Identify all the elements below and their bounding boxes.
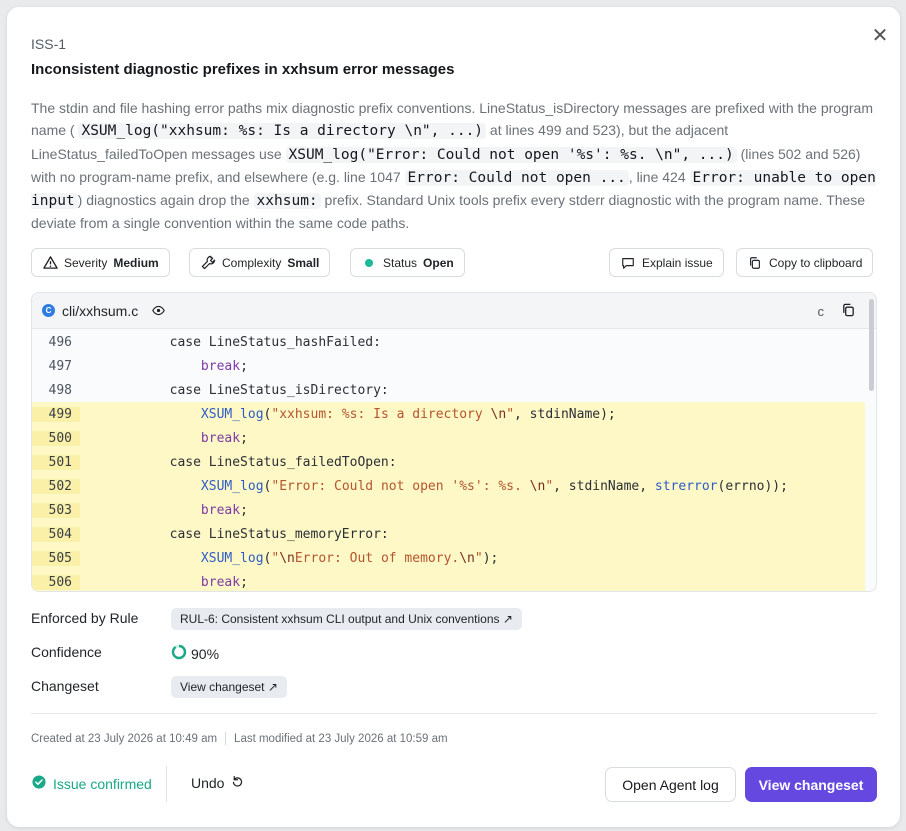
desc-text: , line 424: [628, 168, 690, 185]
undo-label: Undo: [191, 775, 225, 791]
close-icon[interactable]: ✕: [869, 25, 891, 47]
undo-button[interactable]: Undo: [191, 775, 244, 791]
status-value: Open: [423, 255, 454, 270]
wrench-icon: [200, 255, 216, 271]
code-line-highlighted: 503 break;: [32, 498, 865, 522]
complexity-value: Small: [287, 255, 320, 270]
code-line-highlighted: 499 XSUM_log("xxhsum: %s: Is a directory…: [32, 402, 865, 426]
confidence-ring-icon: [171, 644, 187, 663]
changeset-link[interactable]: View changeset ↗: [171, 676, 287, 698]
issue-title: Inconsistent diagnostic prefixes in xxhs…: [31, 61, 455, 78]
code-line-highlighted: 506 break;: [32, 570, 865, 591]
desc-code: xxhsum:: [253, 193, 321, 210]
changeset-label: Changeset: [31, 678, 99, 694]
undo-icon: [231, 775, 244, 791]
created-timestamp: Created at 23 July 2026 at 10:49 am: [31, 732, 218, 745]
copy-icon: [747, 255, 763, 271]
severity-chip: Severity Medium: [31, 248, 170, 277]
code-line: 496 case LineStatus_hashFailed:: [32, 330, 865, 354]
desc-code: Error: Could not open ...: [404, 169, 629, 186]
timestamps: Created at 23 July 2026 at 10:49 am Last…: [31, 732, 448, 745]
c-file-icon: C: [42, 304, 55, 317]
severity-value: Medium: [113, 255, 159, 270]
desc-code: XSUM_log("xxhsum: %s: Is a directory \n"…: [78, 123, 487, 140]
confidence-value: 90%: [191, 645, 220, 662]
code-line-highlighted: 504 case LineStatus_memoryError:: [32, 522, 865, 546]
modified-timestamp: Last modified at 23 July 2026 at 10:59 a…: [234, 732, 448, 745]
code-line-highlighted: 505 XSUM_log("\nError: Out of memory.\n"…: [32, 546, 865, 570]
explain-issue-label: Explain issue: [642, 255, 713, 270]
copy-to-clipboard-button[interactable]: Copy to clipboard: [736, 248, 874, 277]
status-chip: Status Open: [350, 248, 465, 277]
view-changeset-button[interactable]: View changeset: [745, 767, 877, 802]
status-label: Status: [383, 255, 418, 270]
code-filename[interactable]: cli/xxhsum.c: [62, 303, 138, 319]
chat-bubble-icon: [620, 255, 636, 271]
code-lines: 496 case LineStatus_hashFailed: 497 brea…: [32, 330, 865, 591]
warning-icon: [42, 255, 58, 271]
code-viewer: C cli/xxhsum.c c 496 case LineStatus_has…: [31, 292, 877, 592]
status-dot-icon: [361, 255, 377, 271]
open-agent-log-button[interactable]: Open Agent log: [605, 767, 736, 802]
desc-code: XSUM_log("Error: Could not open '%s': %s…: [285, 146, 737, 163]
issue-confirmed-label: Issue confirmed: [53, 775, 152, 792]
desc-text: ) diagnostics again drop the: [77, 192, 254, 209]
explain-issue-button[interactable]: Explain issue: [609, 248, 724, 277]
code-line: 497 break;: [32, 354, 865, 378]
complexity-label: Complexity: [222, 255, 282, 270]
issue-description: The stdin and file hashing error paths m…: [31, 97, 881, 235]
issue-modal: ✕ ISS-1 Inconsistent diagnostic prefixes…: [7, 7, 900, 827]
copy-code-icon[interactable]: [841, 302, 856, 321]
code-line-highlighted: 500 break;: [32, 426, 865, 450]
severity-label: Severity: [64, 255, 108, 270]
footer-divider: [166, 766, 167, 802]
code-line-highlighted: 501 case LineStatus_failedToOpen:: [32, 450, 865, 474]
code-scrollbar[interactable]: [869, 299, 874, 391]
eye-icon[interactable]: [152, 304, 166, 317]
issue-id: ISS-1: [31, 36, 67, 52]
check-circle-icon: [32, 775, 46, 792]
rule-label: Enforced by Rule: [31, 610, 139, 626]
copy-to-clipboard-label: Copy to clipboard: [769, 255, 863, 270]
rule-link[interactable]: RUL-6: Consistent xxhsum CLI output and …: [171, 608, 522, 630]
code-line-highlighted: 502 XSUM_log("Error: Could not open '%s'…: [32, 474, 865, 498]
issue-confirmed-status: Issue confirmed: [32, 775, 152, 792]
complexity-chip: Complexity Small: [189, 248, 331, 277]
code-language: c: [817, 304, 825, 319]
code-header: C cli/xxhsum.c c: [32, 293, 876, 329]
divider: [31, 713, 877, 714]
confidence-label: Confidence: [31, 644, 102, 660]
code-line: 498 case LineStatus_isDirectory:: [32, 378, 865, 402]
confidence: 90%: [171, 644, 219, 663]
